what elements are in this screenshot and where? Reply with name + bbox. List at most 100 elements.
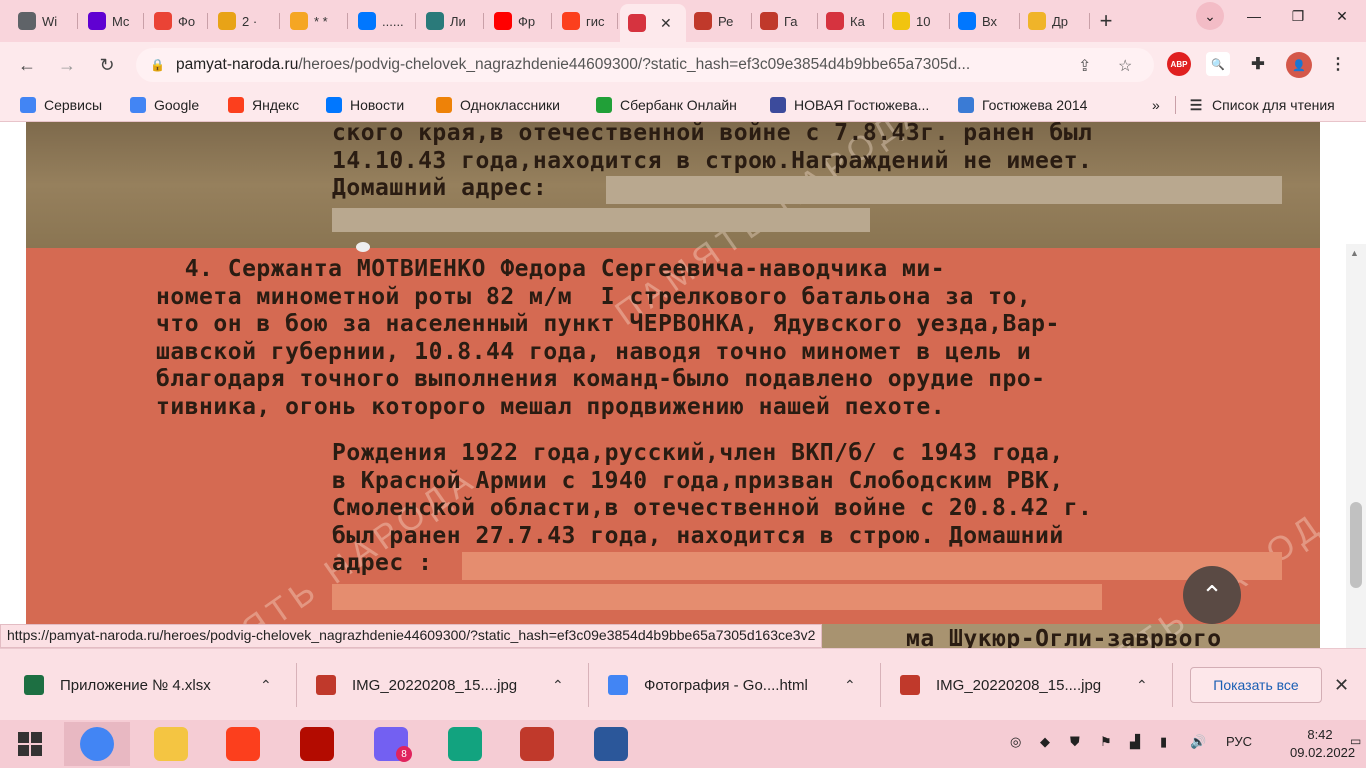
bookmark-item[interactable]: Сервисы: [20, 95, 102, 115]
tab-9[interactable]: ✕: [620, 4, 686, 42]
bookmark-item[interactable]: Яндекс: [228, 95, 299, 115]
tab-search-button[interactable]: ⌄: [1188, 0, 1232, 32]
maximize-button[interactable]: ❐: [1276, 0, 1320, 32]
taskbar-app-acrobat[interactable]: [284, 722, 350, 766]
site-icon: [958, 97, 974, 113]
download-item[interactable]: Приложение № 4.xlsx ⌃: [24, 667, 286, 703]
back-button[interactable]: ←: [14, 52, 40, 78]
vk-icon: [326, 97, 342, 113]
avatar[interactable]: 👤: [1286, 52, 1312, 78]
tab-11[interactable]: Га: [752, 6, 818, 36]
address-bar[interactable]: 🔒 pamyat-naroda.ru/heroes/podvig-chelove…: [136, 48, 1154, 82]
bookmark-star-icon[interactable]: ☆: [1118, 56, 1132, 76]
extensions-puzzle-icon[interactable]: ✚: [1246, 52, 1270, 76]
clock-date: 09.02.2022: [1290, 745, 1356, 760]
vk-icon: [958, 12, 976, 30]
tab-12[interactable]: Ка: [818, 6, 884, 36]
tab-8[interactable]: гис: [554, 6, 618, 36]
show-all-downloads-button[interactable]: Показать все: [1190, 667, 1322, 703]
new-tab-button[interactable]: +: [1092, 7, 1120, 35]
battery-icon[interactable]: ▮: [1160, 734, 1167, 750]
viber-tray-icon[interactable]: ◎: [1010, 734, 1021, 750]
document-line: тивника, огонь которого мешал продвижени…: [156, 393, 946, 420]
divider: [296, 663, 297, 707]
taskbar-app-viber[interactable]: 8: [358, 722, 424, 766]
scroll-up-arrow-icon[interactable]: ▲: [1350, 248, 1359, 258]
tab-10[interactable]: Ре: [686, 6, 752, 36]
scroll-to-top-button[interactable]: ⌃: [1183, 566, 1241, 624]
lock-icon: 🔒: [150, 58, 165, 72]
chevron-up-icon[interactable]: ⌃: [844, 677, 856, 694]
mail-icon: [218, 12, 236, 30]
chevron-up-icon[interactable]: ⌃: [1136, 677, 1148, 694]
medal-icon: [694, 12, 712, 30]
tab-3[interactable]: 2 ·: [210, 6, 280, 36]
start-button[interactable]: [0, 722, 60, 766]
chevron-up-icon[interactable]: ⌃: [552, 677, 564, 694]
reading-list-button[interactable]: ☰ Список для чтения: [1188, 95, 1335, 115]
tab-0[interactable]: Wi: [10, 6, 78, 36]
tab-2[interactable]: Фо: [146, 6, 208, 36]
clock[interactable]: 8:42 09.02.2022: [1290, 726, 1356, 762]
taskbar-app-chrome[interactable]: [64, 722, 130, 766]
chevron-up-icon[interactable]: ⌃: [260, 677, 272, 694]
anydesk-tray-icon[interactable]: ◆: [1040, 734, 1050, 750]
close-tab-icon[interactable]: ✕: [660, 15, 672, 32]
clock-time: 8:42: [1307, 727, 1333, 742]
minimize-button[interactable]: —: [1232, 0, 1276, 32]
flag-tray-icon[interactable]: ⚑: [1100, 734, 1112, 750]
tab-15[interactable]: Др: [1020, 6, 1090, 36]
tab-6[interactable]: Ли: [418, 6, 484, 36]
tab-label: Др: [1052, 13, 1069, 29]
tab-separator: [347, 13, 348, 29]
bookmark-item[interactable]: Одноклассники: [436, 95, 560, 115]
scrollbar-thumb[interactable]: [1350, 502, 1362, 588]
vertical-scrollbar[interactable]: ▲ ▼: [1346, 244, 1366, 648]
paper-mark: [356, 242, 370, 252]
bookmark-item[interactable]: Новости: [326, 95, 404, 115]
close-downloads-bar-icon[interactable]: ✕: [1334, 675, 1349, 696]
bookmark-item[interactable]: НОВАЯ Гостюжева...: [770, 95, 929, 115]
share-icon[interactable]: ⇪: [1078, 56, 1091, 76]
download-item[interactable]: Фотография - Go....html ⌃: [608, 667, 870, 703]
forward-button[interactable]: →: [54, 52, 80, 78]
volume-icon[interactable]: 🔊: [1190, 734, 1206, 750]
taskbar-app-explorer[interactable]: [138, 722, 204, 766]
url-text[interactable]: pamyat-naroda.ru/heroes/podvig-chelovek_…: [176, 56, 1056, 74]
reload-button[interactable]: ↻: [94, 52, 120, 78]
security-tray-icon[interactable]: ⛊: [1070, 734, 1080, 750]
bookmark-label: Одноклассники: [460, 97, 561, 113]
taskbar-app-word[interactable]: [578, 722, 644, 766]
close-window-button[interactable]: ✕: [1320, 0, 1364, 32]
divider: [1172, 663, 1173, 707]
tab-5[interactable]: ......: [350, 6, 416, 36]
bookmark-item[interactable]: Гостюжева 2014: [958, 95, 1087, 115]
download-item[interactable]: IMG_20220208_15....jpg ⌃: [900, 667, 1162, 703]
language-indicator[interactable]: РУС: [1226, 734, 1252, 749]
taskbar-app-vpn[interactable]: [432, 722, 498, 766]
taskbar-app-photo-viewer[interactable]: [504, 722, 570, 766]
bookmark-item[interactable]: Сбербанк Онлайн: [596, 95, 737, 115]
tab-1[interactable]: Mc: [80, 6, 144, 36]
tab-13[interactable]: 10: [884, 6, 950, 36]
yahoo-icon: [88, 12, 106, 30]
search-extension-icon[interactable]: 🔍: [1206, 52, 1230, 76]
tab-14[interactable]: Вх: [950, 6, 1020, 36]
bookmarks-overflow-button[interactable]: »: [1152, 95, 1160, 115]
bookmark-label: Яндекс: [252, 97, 300, 113]
download-item[interactable]: IMG_20220208_15....jpg ⌃: [316, 667, 578, 703]
double-chevron-icon: »: [1152, 97, 1160, 113]
chrome-icon: [608, 675, 628, 695]
notifications-icon[interactable]: ▭: [1350, 734, 1361, 748]
download-filename: IMG_20220208_15....jpg: [352, 676, 518, 694]
bookmark-label: Google: [154, 97, 200, 113]
tab-7[interactable]: Фр: [486, 6, 552, 36]
tab-4[interactable]: * *: [282, 6, 348, 36]
adblock-icon[interactable]: ABP: [1167, 52, 1191, 76]
taskbar-app-yandex-browser[interactable]: [210, 722, 276, 766]
menu-kebab-icon[interactable]: ⋮: [1326, 52, 1350, 76]
notification-badge: 8: [396, 746, 412, 762]
network-icon[interactable]: ▟: [1130, 734, 1140, 750]
bookmark-label: Сервисы: [44, 97, 103, 113]
bookmark-item[interactable]: Google: [130, 95, 199, 115]
